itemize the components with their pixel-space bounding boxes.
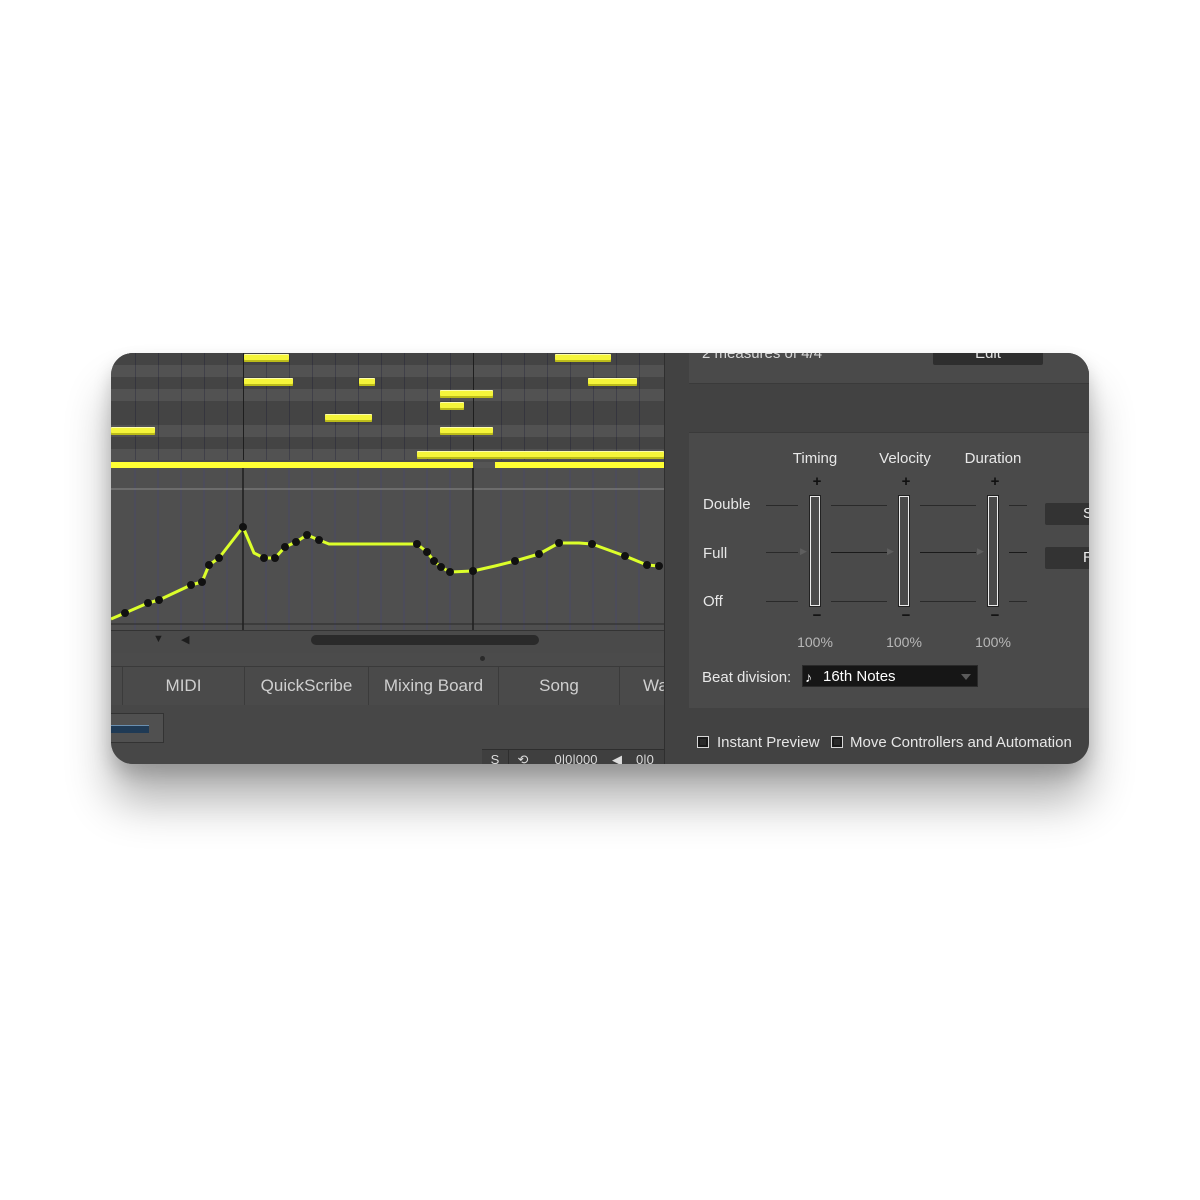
velocity-plus-icon[interactable]: + <box>898 473 914 490</box>
controller-points <box>121 523 663 617</box>
measures-label: 2 measures of 4/4 <box>702 353 823 362</box>
velocity-minus-icon[interactable]: − <box>898 607 914 624</box>
back-arrow-icon[interactable]: ◀ <box>608 750 626 764</box>
level-meter <box>111 713 164 743</box>
transport-bar: S ⟲ 0|0|000 ◀ 0|0 <box>482 749 664 764</box>
midi-note[interactable] <box>588 378 637 386</box>
duration-plus-icon[interactable]: + <box>987 473 1003 490</box>
tab-previous[interactable] <box>111 667 123 705</box>
bar-line <box>473 353 474 460</box>
midi-note[interactable] <box>325 414 372 422</box>
timing-value: 100% <box>797 634 833 650</box>
side-button-r[interactable]: R <box>1045 547 1089 569</box>
row-label-full: Full <box>703 545 728 562</box>
duration-header: Duration <box>964 450 1022 467</box>
key-lane <box>111 413 664 425</box>
quantize-panel: 2 measures of 4/4 Edit Timing Velocity D… <box>664 353 1089 764</box>
timing-slider[interactable] <box>810 496 820 606</box>
timing-minus-icon[interactable]: − <box>809 607 825 624</box>
midi-note[interactable] <box>440 402 464 410</box>
tab-midi[interactable]: MIDI <box>123 667 245 705</box>
timing-header: Timing <box>792 450 838 467</box>
row-label-double: Double <box>703 496 751 513</box>
midi-note[interactable] <box>440 390 493 398</box>
horizontal-scrollbar[interactable]: ▼ ◀ <box>111 630 664 653</box>
sixteenth-note-icon: ♪ <box>805 669 812 685</box>
tab-bar: MIDI QuickScribe Mixing Board Song Wa <box>111 666 700 706</box>
midi-note[interactable] <box>244 354 289 362</box>
scrollbar-thumb[interactable] <box>311 635 539 645</box>
left-arrow-icon[interactable]: ◀ <box>181 633 189 646</box>
instant-preview-checkbox[interactable] <box>697 736 709 748</box>
bottom-bar: S ⟲ 0|0|000 ◀ 0|0 <box>111 705 664 764</box>
tab-song[interactable]: Song <box>499 667 620 705</box>
velocity-header: Velocity <box>879 450 931 467</box>
quantize-settings: Timing Velocity Duration Double Full Off… <box>689 432 1089 708</box>
controller-lane[interactable] <box>111 468 664 630</box>
bar-line <box>243 353 244 460</box>
position-readout: 0|0|000 <box>554 752 598 764</box>
beat-division-value: 16th Notes <box>823 668 896 685</box>
timing-plus-icon[interactable]: + <box>809 473 825 490</box>
key-lane <box>111 401 664 413</box>
beat-division-label: Beat division: <box>702 669 792 686</box>
app-window: ▼ ◀ MIDI QuickScribe Mixing Board Song W… <box>111 353 1089 764</box>
resize-handle[interactable] <box>480 656 485 661</box>
tab-quickscribe[interactable]: QuickScribe <box>245 667 369 705</box>
down-arrow-icon[interactable]: ▼ <box>153 633 164 645</box>
row-label-off: Off <box>703 593 723 610</box>
midi-note[interactable] <box>440 427 493 435</box>
move-controllers-checkbox[interactable] <box>831 736 843 748</box>
midi-note[interactable] <box>111 427 155 435</box>
piano-roll[interactable] <box>111 353 664 460</box>
velocity-value: 100% <box>886 634 922 650</box>
midi-note[interactable] <box>244 378 293 386</box>
instant-preview-label: Instant Preview <box>717 734 820 751</box>
key-lane <box>111 377 664 389</box>
midi-note[interactable] <box>555 354 611 362</box>
midi-note[interactable] <box>417 451 664 459</box>
key-lane <box>111 437 664 449</box>
duration-minus-icon[interactable]: − <box>987 607 1003 624</box>
duration-value: 100% <box>975 634 1011 650</box>
solo-button[interactable]: S <box>482 750 509 764</box>
edit-button[interactable]: Edit <box>933 353 1043 365</box>
tab-mixing-board[interactable]: Mixing Board <box>369 667 499 705</box>
side-button-s[interactable]: S <box>1045 503 1089 525</box>
beat-division-select[interactable]: ♪ 16th Notes <box>802 665 978 687</box>
loop-icon[interactable]: ⟲ <box>512 750 534 764</box>
velocity-slider[interactable] <box>899 496 909 606</box>
chevron-down-icon <box>961 674 971 680</box>
duration-slider[interactable] <box>988 496 998 606</box>
move-controllers-label: Move Controllers and Automation <box>850 734 1072 751</box>
midi-note[interactable] <box>359 378 375 386</box>
measures-box: 2 measures of 4/4 Edit <box>689 353 1089 384</box>
